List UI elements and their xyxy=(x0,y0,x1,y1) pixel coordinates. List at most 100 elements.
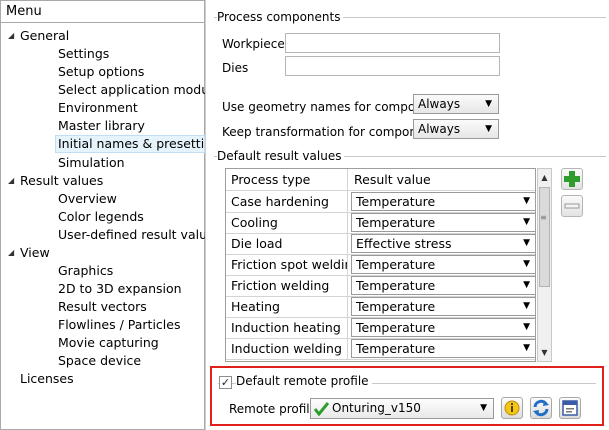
remote-profile-label: Remote profile: xyxy=(229,402,322,416)
process-type-cell: Heating xyxy=(226,296,348,317)
tree-item-environment[interactable]: Environment xyxy=(58,99,138,117)
geometry-names-value: Always xyxy=(418,97,461,111)
tree-item-setup-options[interactable]: Setup options xyxy=(58,63,144,81)
tree-item-label: 2D to 3D expansion xyxy=(58,281,182,296)
process-type-cell: Friction spot welding xyxy=(226,254,348,275)
scrollbar-thumb[interactable] xyxy=(539,187,550,287)
column-header-result-value: Result value xyxy=(354,172,431,187)
tree-item-flowlines-particles[interactable]: Flowlines / Particles xyxy=(58,316,180,334)
expand-caret-icon[interactable]: ◢ xyxy=(8,27,14,45)
result-value-select[interactable]: Temperature ▼ xyxy=(351,255,535,274)
tree-item-label: Environment xyxy=(58,100,138,115)
checkmark-icon xyxy=(314,402,329,416)
chevron-down-icon: ▼ xyxy=(480,403,487,413)
chevron-down-icon: ▼ xyxy=(523,196,530,206)
table-header-row: Process type Result value xyxy=(226,169,535,191)
tree-item-space-device[interactable]: Space device xyxy=(58,352,141,370)
dies-label: Dies xyxy=(222,61,249,75)
tree-item-movie-capturing[interactable]: Movie capturing xyxy=(58,334,159,352)
workpiece-input[interactable] xyxy=(285,33,500,53)
tree-item-label: Color legends xyxy=(58,209,144,224)
chevron-down-icon: ▼ xyxy=(523,280,530,290)
tree-item-licenses[interactable]: Licenses xyxy=(20,370,74,388)
table-row: Cooling Temperature ▼ xyxy=(226,212,535,234)
result-value-text: Temperature xyxy=(356,299,436,314)
column-header-process-type: Process type xyxy=(226,169,348,190)
chevron-down-icon: ▼ xyxy=(523,217,530,227)
info-icon xyxy=(504,400,520,416)
tree-item-general[interactable]: ◢ General xyxy=(1,27,204,45)
tree-item-select-application-module[interactable]: Select application module xyxy=(58,81,220,99)
result-value-text: Temperature xyxy=(356,215,436,230)
workpiece-label: Workpiece: xyxy=(222,37,289,51)
remote-profile-select[interactable]: Onturing_v150 ▼ xyxy=(310,398,494,419)
keep-transformation-select[interactable]: Always ▼ xyxy=(413,119,499,139)
default-remote-profile-label: Default remote profile xyxy=(236,374,372,388)
tree-item-label: Setup options xyxy=(58,64,145,79)
remove-row-button[interactable] xyxy=(561,195,583,217)
table-scrollbar[interactable]: ▲ ≡ ▼ xyxy=(537,168,552,362)
scroll-up-icon[interactable]: ▲ xyxy=(538,169,551,186)
chevron-down-icon: ▼ xyxy=(523,301,530,311)
tree-item-label: Graphics xyxy=(58,263,114,278)
keep-transformation-value: Always xyxy=(418,122,461,136)
chevron-down-icon: ▼ xyxy=(523,343,530,353)
dies-input[interactable] xyxy=(285,56,500,76)
tree-item-result-vectors[interactable]: Result vectors xyxy=(58,298,147,316)
tree-item-settings[interactable]: Settings xyxy=(58,45,109,63)
menu-header: Menu xyxy=(1,1,204,23)
add-row-button[interactable] xyxy=(561,168,583,190)
chevron-down-icon: ▼ xyxy=(523,238,530,248)
tree-item-user-defined-result-values[interactable]: User-defined result values xyxy=(58,226,221,244)
table-row: Friction spot welding Temperature ▼ xyxy=(226,254,535,276)
chevron-down-icon: ▼ xyxy=(485,99,492,109)
process-type-cell: Friction welding xyxy=(226,275,348,296)
geometry-names-select[interactable]: Always ▼ xyxy=(413,94,499,114)
table-row: Induction welding Temperature ▼ xyxy=(226,338,535,360)
tree-item-2d-to-3d-expansion[interactable]: 2D to 3D expansion xyxy=(58,280,182,298)
tree-item-result-values[interactable]: ◢ Result values xyxy=(1,172,204,190)
chevron-down-icon: ▼ xyxy=(485,124,492,134)
expand-caret-icon[interactable]: ◢ xyxy=(8,172,14,190)
tree-item-master-library[interactable]: Master library xyxy=(58,117,145,135)
result-value-select[interactable]: Temperature ▼ xyxy=(351,297,535,316)
result-value-select[interactable]: Effective stress ▼ xyxy=(351,234,535,253)
edit-profile-button[interactable] xyxy=(559,397,581,419)
process-type-cell: Induction heating xyxy=(226,317,348,338)
tree-item-label: Licenses xyxy=(20,371,74,386)
result-value-select[interactable]: Temperature ▼ xyxy=(351,276,535,295)
result-values-table: Process type Result value Case hardening… xyxy=(225,168,536,362)
result-value-text: Effective stress xyxy=(356,236,452,251)
tree-item-label: User-defined result values xyxy=(58,227,222,242)
chevron-down-icon: ▼ xyxy=(523,322,530,332)
result-value-select[interactable]: Temperature ▼ xyxy=(351,192,535,211)
tree-item-view[interactable]: ◢ View xyxy=(1,244,204,262)
tree-item-overview[interactable]: Overview xyxy=(58,190,117,208)
tree-item-label: Overview xyxy=(58,191,117,206)
table-row: Case hardening Temperature ▼ xyxy=(226,191,535,213)
tree-item-label: Initial names & presettings xyxy=(58,136,227,151)
remote-profile-value: Onturing_v150 xyxy=(332,401,421,415)
process-type-cell: Cooling xyxy=(226,212,348,233)
info-button[interactable] xyxy=(501,397,523,419)
result-value-select[interactable]: Temperature ▼ xyxy=(351,213,535,232)
default-result-values-title: Default result values xyxy=(217,149,345,163)
process-type-cell: Die load xyxy=(226,233,348,254)
result-value-text: Temperature xyxy=(356,341,436,356)
edit-icon xyxy=(562,400,578,416)
result-value-select[interactable]: Temperature ▼ xyxy=(351,318,535,337)
tree-item-simulation[interactable]: Simulation xyxy=(58,154,125,172)
tree-item-initial-names[interactable]: Initial names & presettings xyxy=(55,135,227,153)
grip-icon: ≡ xyxy=(540,213,547,222)
expand-caret-icon[interactable]: ◢ xyxy=(8,244,14,262)
default-remote-profile-checkbox[interactable]: ✓ xyxy=(219,376,232,389)
tree-item-color-legends[interactable]: Color legends xyxy=(58,208,144,226)
refresh-button[interactable] xyxy=(530,397,552,419)
result-value-text: Temperature xyxy=(356,320,436,335)
tree-item-label: Flowlines / Particles xyxy=(58,317,181,332)
scroll-down-icon[interactable]: ▼ xyxy=(538,344,551,361)
result-value-select[interactable]: Temperature ▼ xyxy=(351,339,535,358)
plus-icon xyxy=(564,171,580,187)
result-value-text: Temperature xyxy=(356,257,436,272)
tree-item-graphics[interactable]: Graphics xyxy=(58,262,113,280)
